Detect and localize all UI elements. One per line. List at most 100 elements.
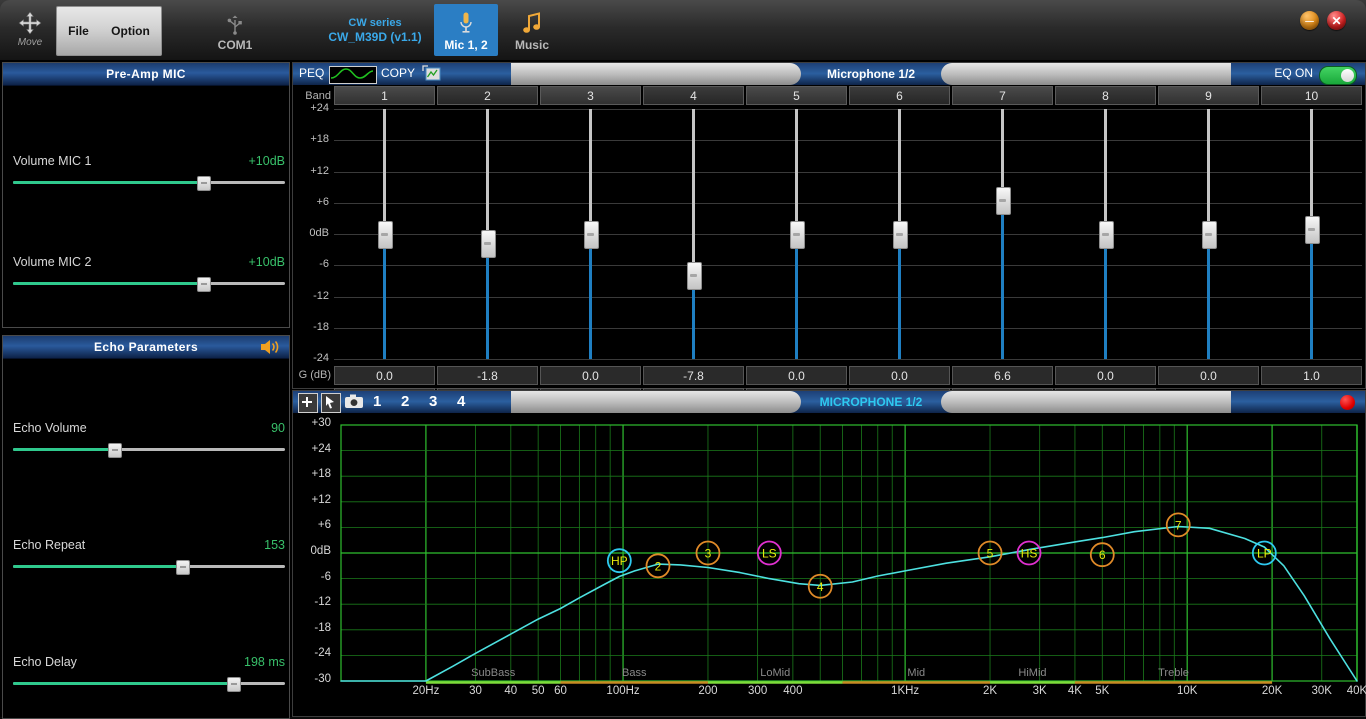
peq-curve-icon[interactable] [329,66,377,84]
gain-scale-tick: +6 [293,196,329,208]
fader-knob[interactable] [1202,221,1217,249]
slider-knob[interactable] [108,443,122,458]
fader-knob[interactable] [996,187,1011,215]
x-axis-tick: 100Hz [597,685,649,697]
close-button[interactable]: ✕ [1327,11,1346,30]
echo-volume-slider[interactable] [13,443,285,455]
band-header-cell[interactable]: 10 [1261,86,1362,105]
volume-mic1-value: +10dB [249,154,286,168]
eq-fader[interactable] [540,109,641,359]
preset-button-1[interactable]: 1 [373,393,381,410]
band-header-cell[interactable]: 8 [1055,86,1156,105]
gain-cell[interactable]: 0.0 [1158,366,1259,385]
volume-mic2-label: Volume MIC 2 [13,255,92,269]
eq-fader[interactable] [1158,109,1259,359]
eq-fader[interactable] [334,109,435,359]
fader-knob[interactable] [687,262,702,290]
slider-knob[interactable] [197,277,211,292]
slider-knob[interactable] [176,560,190,575]
band-header-cell[interactable]: 9 [1158,86,1259,105]
eq-fader[interactable] [746,109,847,359]
band-header-cell[interactable]: 7 [952,86,1053,105]
gain-row-label: G (dB) [293,369,331,381]
gain-cell[interactable]: 0.0 [334,366,435,385]
svg-text:4: 4 [817,580,824,594]
move-label: Move [18,37,42,48]
eq-fader[interactable] [952,109,1053,359]
gain-scale-tick: +18 [293,133,329,145]
eq-fader[interactable] [437,109,538,359]
fader-knob[interactable] [584,221,599,249]
band-header-cell[interactable]: 5 [746,86,847,105]
move-button[interactable]: Move [4,2,56,56]
gain-cell[interactable]: 6.6 [952,366,1053,385]
fader-fill [383,234,386,359]
preamp-panel: Pre-Amp MIC Volume MIC 1 +10dB Volume MI… [2,62,290,328]
band-header-cell[interactable]: 6 [849,86,950,105]
speaker-icon[interactable] [259,338,281,361]
pointer-icon[interactable] [321,393,341,413]
gain-scale-tick: -24 [293,352,329,364]
band-header-cell[interactable]: 4 [643,86,744,105]
eq-fader[interactable] [643,109,744,359]
preset-button-2[interactable]: 2 [401,393,409,410]
camera-icon[interactable] [344,393,362,411]
slider-fill [13,181,203,184]
graph-header-bar: 1 2 3 4 MICROPHONE 1/2 [293,391,1365,413]
device-info[interactable]: CW series CW_M39D (v1.1) [315,4,435,56]
fader-knob[interactable] [481,230,496,258]
preset-button-3[interactable]: 3 [429,393,437,410]
preset-button-4[interactable]: 4 [457,393,465,410]
svg-text:LP: LP [1257,547,1272,561]
gain-cell[interactable]: 0.0 [1055,366,1156,385]
tab-music[interactable]: Music [502,4,562,56]
gain-cell[interactable]: 1.0 [1261,366,1362,385]
fader-knob[interactable] [378,221,393,249]
gain-cell[interactable]: 0.0 [849,366,950,385]
header-glass-right [941,391,1231,413]
y-axis-tick: -12 [295,596,331,608]
echo-repeat-slider[interactable] [13,560,285,572]
copy-icon[interactable] [421,65,443,83]
slider-knob[interactable] [197,176,211,191]
band-header-cell[interactable]: 3 [540,86,641,105]
fader-knob[interactable] [1099,221,1114,249]
volume-mic2-slider[interactable] [13,277,285,289]
fader-knob[interactable] [893,221,908,249]
slider-knob[interactable] [227,677,241,692]
gain-cell[interactable]: 0.0 [746,366,847,385]
volume-mic2-value: +10dB [249,255,286,269]
band-header-cell[interactable]: 2 [437,86,538,105]
volume-mic1-slider[interactable] [13,176,285,188]
add-icon[interactable] [298,393,318,413]
copy-label[interactable]: COPY [381,66,415,80]
gain-cell[interactable]: -1.8 [437,366,538,385]
tab-mic[interactable]: Mic 1, 2 [434,4,498,56]
band-header-cell[interactable]: 1 [334,86,435,105]
com-port-button[interactable]: COM1 [195,4,275,56]
x-axis-tick: 5K [1076,685,1128,697]
y-axis-tick: +6 [295,519,331,531]
app-window: Move File Option COM1 CW series [0,0,1366,717]
file-menu[interactable]: File [68,24,89,38]
svg-text:6: 6 [1099,548,1106,562]
frequency-band-label: SubBass [448,667,538,679]
gain-cell[interactable]: 0.0 [540,366,641,385]
svg-text:HP: HP [611,554,628,568]
eq-response-plot[interactable]: HP23LS45HS67LP +30+24+18+12+60dB-6-12-18… [293,413,1365,714]
peq-title: Microphone 1/2 [801,63,941,85]
minimize-button[interactable]: ─ [1300,11,1319,30]
fader-knob[interactable] [1305,216,1320,244]
gain-scale-tick: -18 [293,321,329,333]
eq-fader[interactable] [849,109,950,359]
fader-knob[interactable] [790,221,805,249]
echo-delay-slider[interactable] [13,677,285,689]
fader-fill [1207,234,1210,359]
eq-fader[interactable] [1261,109,1362,359]
gain-cell[interactable]: -7.8 [643,366,744,385]
eq-on-toggle[interactable] [1319,66,1357,85]
y-axis-tick: +24 [295,443,331,455]
record-icon[interactable] [1340,395,1355,410]
option-menu[interactable]: Option [111,24,150,38]
eq-fader[interactable] [1055,109,1156,359]
